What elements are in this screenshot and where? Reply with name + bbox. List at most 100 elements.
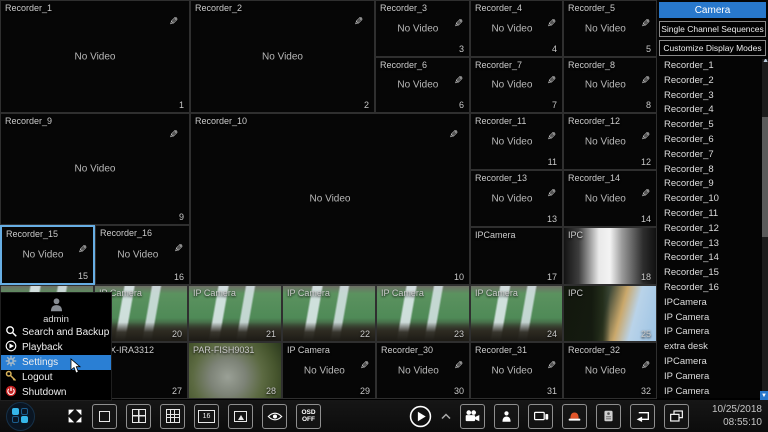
camera-list-item[interactable]: IP Camera bbox=[657, 325, 768, 340]
camera-list-item[interactable]: Recorder_9 bbox=[657, 177, 768, 192]
camera-tile-ch4[interactable]: Recorder_4No Video✎4 bbox=[470, 0, 563, 57]
single-channel-sequences-button[interactable]: Single Channel Sequences bbox=[659, 21, 766, 37]
osd-toggle-button[interactable]: OSD OFF bbox=[296, 404, 321, 429]
camera-list-item[interactable]: Recorder_12 bbox=[657, 222, 768, 237]
layout-single-button[interactable] bbox=[92, 404, 117, 429]
menu-item-playback[interactable]: Playback bbox=[1, 340, 111, 355]
camera-tile-ch18[interactable]: IPC18 bbox=[563, 227, 657, 285]
camera-tile-ch25[interactable]: IPC25 bbox=[563, 285, 657, 342]
camera-tile-ch15[interactable]: Recorder_15No Video✎15 bbox=[0, 225, 95, 285]
edit-camera-icon[interactable]: ✎ bbox=[641, 74, 650, 87]
camera-tile-ch24[interactable]: IP Camera24 bbox=[470, 285, 563, 342]
edit-camera-icon[interactable]: ✎ bbox=[360, 359, 369, 372]
edit-camera-icon[interactable]: ✎ bbox=[449, 128, 458, 141]
edit-camera-icon[interactable]: ✎ bbox=[547, 17, 556, 30]
camera-tile-ch12[interactable]: Recorder_12No Video✎12 bbox=[563, 113, 657, 170]
edit-camera-icon[interactable]: ✎ bbox=[454, 17, 463, 30]
edit-camera-icon[interactable]: ✎ bbox=[354, 15, 363, 28]
edit-camera-icon[interactable]: ✎ bbox=[547, 74, 556, 87]
scroll-down-icon[interactable]: ▼ bbox=[760, 391, 768, 400]
camera-list-item[interactable]: Recorder_7 bbox=[657, 148, 768, 163]
camera-list-item[interactable]: Recorder_13 bbox=[657, 237, 768, 252]
camera-tile-ch16[interactable]: Recorder_16No Video✎16 bbox=[95, 225, 190, 285]
snapshot-button[interactable] bbox=[494, 404, 519, 429]
edit-camera-icon[interactable]: ✎ bbox=[169, 15, 178, 28]
edit-camera-icon[interactable]: ✎ bbox=[547, 187, 556, 200]
camera-tile-ch5[interactable]: Recorder_5No Video✎5 bbox=[563, 0, 657, 57]
camera-list-item[interactable]: Recorder_4 bbox=[657, 103, 768, 118]
camera-tile-ch9[interactable]: Recorder_9No Video✎9 bbox=[0, 113, 190, 225]
camera-list-item[interactable]: IPCamera bbox=[657, 355, 768, 370]
camera-list-item[interactable]: IP Camera bbox=[657, 311, 768, 326]
camera-tile-ch8[interactable]: Recorder_8No Video✎8 bbox=[563, 57, 657, 113]
sequence-button[interactable] bbox=[630, 404, 655, 429]
camera-tile-ch23[interactable]: IP Camera23 bbox=[376, 285, 470, 342]
menu-item-settings[interactable]: Settings bbox=[1, 355, 111, 370]
camera-list-item[interactable]: Recorder_8 bbox=[657, 163, 768, 178]
sidebar-tab-camera[interactable]: Camera bbox=[659, 2, 766, 18]
camera-list-item[interactable]: Recorder_3 bbox=[657, 89, 768, 104]
app-logo-button[interactable] bbox=[6, 402, 35, 431]
edit-camera-icon[interactable]: ✎ bbox=[174, 242, 183, 255]
edit-camera-icon[interactable]: ✎ bbox=[169, 128, 178, 141]
manual-record-button[interactable] bbox=[460, 404, 485, 429]
camera-tile-ch6[interactable]: Recorder_6No Video✎6 bbox=[375, 57, 470, 113]
layout-custom-button[interactable] bbox=[228, 404, 253, 429]
camera-tile-ch28[interactable]: PAR-FISH903128 bbox=[188, 342, 282, 399]
camera-list-item[interactable]: Recorder_6 bbox=[657, 133, 768, 148]
manual-alarm-button[interactable] bbox=[562, 404, 587, 429]
camera-list-item[interactable]: Recorder_14 bbox=[657, 251, 768, 266]
camera-tile-ch31[interactable]: Recorder_31No Video✎31 bbox=[470, 342, 563, 399]
menu-item-search-and-backup[interactable]: Search and Backup bbox=[1, 325, 111, 340]
camera-tile-ch30[interactable]: Recorder_30No Video✎30 bbox=[376, 342, 470, 399]
edit-camera-icon[interactable]: ✎ bbox=[454, 359, 463, 372]
fullscreen-button[interactable] bbox=[67, 408, 83, 424]
scrollbar-thumb[interactable] bbox=[762, 117, 768, 237]
camera-tile-ch21[interactable]: IP Camera21 bbox=[188, 285, 282, 342]
camera-list-item[interactable]: Recorder_10 bbox=[657, 192, 768, 207]
camera-tile-ch32[interactable]: Recorder_32No Video✎32 bbox=[563, 342, 657, 399]
menu-item-shutdown[interactable]: Shutdown bbox=[1, 385, 111, 400]
camera-tile-ch10[interactable]: Recorder_10No Video✎10 bbox=[190, 113, 470, 285]
camera-tile-ch14[interactable]: Recorder_14No Video✎14 bbox=[563, 170, 657, 227]
camera-tile-ch2[interactable]: Recorder_2No Video✎2 bbox=[190, 0, 375, 113]
edit-camera-icon[interactable]: ✎ bbox=[641, 17, 650, 30]
expand-playbar-button[interactable] bbox=[441, 413, 451, 420]
edit-camera-icon[interactable]: ✎ bbox=[641, 130, 650, 143]
camera-list-item[interactable]: Recorder_15 bbox=[657, 266, 768, 281]
camera-list-item[interactable]: Recorder_2 bbox=[657, 74, 768, 89]
edit-camera-icon[interactable]: ✎ bbox=[547, 130, 556, 143]
layout-sixteen-button[interactable]: 16 bbox=[194, 404, 219, 429]
layout-quad-button[interactable] bbox=[126, 404, 151, 429]
camera-list-item[interactable]: IP Camera bbox=[657, 385, 768, 400]
storage-button[interactable] bbox=[596, 404, 621, 429]
camera-tile-ch1[interactable]: Recorder_1No Video✎1 bbox=[0, 0, 190, 113]
edit-camera-icon[interactable]: ✎ bbox=[454, 74, 463, 87]
edit-camera-icon[interactable]: ✎ bbox=[547, 359, 556, 372]
camera-list-item[interactable]: IPCamera bbox=[657, 296, 768, 311]
preview-check-button[interactable] bbox=[262, 404, 287, 429]
play-all-button[interactable] bbox=[409, 405, 432, 428]
layout-nine-button[interactable] bbox=[160, 404, 185, 429]
camera-list-item[interactable]: Recorder_5 bbox=[657, 118, 768, 133]
camera-tile-ch11[interactable]: Recorder_11No Video✎11 bbox=[470, 113, 563, 170]
edit-camera-icon[interactable]: ✎ bbox=[641, 359, 650, 372]
camera-list-item[interactable]: extra desk bbox=[657, 340, 768, 355]
camera-list-item[interactable]: Recorder_11 bbox=[657, 207, 768, 222]
camera-tile-ch22[interactable]: IP Camera22 bbox=[282, 285, 376, 342]
menu-item-logout[interactable]: Logout bbox=[1, 370, 111, 385]
camera-list-item[interactable]: Recorder_1 bbox=[657, 59, 768, 74]
camera-tile-ch29[interactable]: IP CameraNo Video✎29 bbox=[282, 342, 376, 399]
camera-tile-ch7[interactable]: Recorder_7No Video✎7 bbox=[470, 57, 563, 113]
edit-camera-icon[interactable]: ✎ bbox=[78, 243, 87, 256]
edit-camera-icon[interactable]: ✎ bbox=[641, 187, 650, 200]
camera-tile-ch3[interactable]: Recorder_3No Video✎3 bbox=[375, 0, 470, 57]
camera-list-scrollbar[interactable] bbox=[762, 59, 768, 400]
camera-tile-ch17[interactable]: IPCamera17 bbox=[470, 227, 563, 285]
talk-button[interactable] bbox=[528, 404, 553, 429]
scroll-up-icon[interactable]: ▲ bbox=[762, 59, 768, 64]
customize-display-modes-button[interactable]: Customize Display Modes bbox=[659, 40, 766, 56]
camera-list-item[interactable]: Recorder_16 bbox=[657, 281, 768, 296]
camera-tile-ch13[interactable]: Recorder_13No Video✎13 bbox=[470, 170, 563, 227]
camera-list-item[interactable]: IP Camera bbox=[657, 370, 768, 385]
